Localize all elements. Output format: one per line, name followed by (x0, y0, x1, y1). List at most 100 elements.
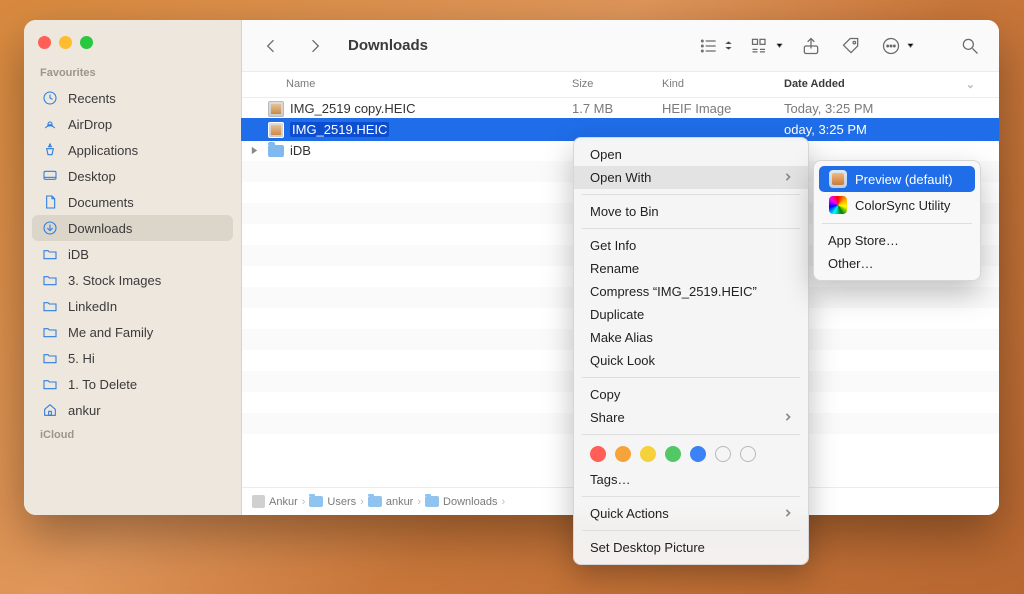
tags-button[interactable] (838, 34, 864, 58)
zoom-window-button[interactable] (80, 36, 93, 49)
sidebar-item-recents[interactable]: Recents (32, 85, 233, 111)
sidebar-item-idb[interactable]: iDB (32, 241, 233, 267)
sidebar-item-documents[interactable]: Documents (32, 189, 233, 215)
file-kind: HEIF Image (662, 101, 784, 116)
group-by-button[interactable] (747, 34, 784, 58)
menu-item-quick-look[interactable]: Quick Look (574, 349, 808, 372)
sidebar: Favourites Recents AirDrop Applications Desk… (24, 20, 242, 515)
chevron-right-icon (784, 410, 792, 425)
search-button[interactable] (957, 34, 983, 58)
share-button[interactable] (798, 34, 824, 58)
menu-item-make-alias[interactable]: Make Alias (574, 326, 808, 349)
toolbar: Downloads (242, 20, 999, 72)
sidebar-item-label: Downloads (68, 221, 132, 236)
tag-color-dot[interactable] (690, 446, 706, 462)
sidebar-item-applications[interactable]: Applications (32, 137, 233, 163)
path-label: Ankur (269, 496, 298, 508)
path-segment[interactable]: Downloads (425, 496, 497, 508)
folder-icon (268, 145, 284, 157)
menu-item-copy[interactable]: Copy (574, 383, 808, 406)
column-header-date[interactable]: Date Added ⌄ (784, 78, 999, 91)
back-button[interactable] (258, 34, 284, 58)
menu-separator (582, 377, 800, 378)
menu-separator (822, 223, 972, 224)
colorsync-app-icon (829, 196, 847, 214)
menu-item-share[interactable]: Share (574, 406, 808, 429)
sidebar-item-label: Recents (68, 91, 116, 106)
menu-item-label: Make Alias (590, 330, 653, 345)
menu-separator (582, 530, 800, 531)
submenu-item-preview-default-[interactable]: Preview (default) (819, 166, 975, 192)
file-row[interactable]: IMG_2519 copy.HEIC1.7 MBHEIF ImageToday,… (242, 98, 999, 119)
column-header-size[interactable]: Size (572, 78, 662, 91)
menu-item-open-with[interactable]: Open With (574, 166, 808, 189)
view-mode-button[interactable] (696, 34, 733, 58)
column-header-kind[interactable]: Kind (662, 78, 784, 91)
menu-item-label: Share (590, 410, 625, 425)
folder-icon (368, 496, 382, 507)
menu-separator (582, 434, 800, 435)
menu-item-quick-actions[interactable]: Quick Actions (574, 502, 808, 525)
submenu-item-app-store-[interactable]: App Store… (814, 229, 980, 252)
sidebar-item-airdrop[interactable]: AirDrop (32, 111, 233, 137)
tag-color-dot[interactable] (590, 446, 606, 462)
file-name: IMG_2519.HEIC (290, 122, 389, 137)
tag-color-empty[interactable] (740, 446, 756, 462)
chevron-right-icon: › (417, 496, 421, 508)
path-label: ankur (386, 496, 414, 508)
path-segment[interactable]: Users (309, 496, 356, 508)
sidebar-item-5-hi[interactable]: 5. Hi (32, 345, 233, 371)
sidebar-item-downloads[interactable]: Downloads (32, 215, 233, 241)
column-header-name[interactable]: Name (242, 78, 572, 91)
menu-item-tags-[interactable]: Tags… (574, 468, 808, 491)
menu-item-label: Set Desktop Picture (590, 540, 705, 555)
tag-color-dot[interactable] (615, 446, 631, 462)
minimize-window-button[interactable] (59, 36, 72, 49)
tag-color-dot[interactable] (640, 446, 656, 462)
close-window-button[interactable] (38, 36, 51, 49)
chevron-right-icon (784, 170, 792, 185)
sidebar-item-label: 1. To Delete (68, 377, 137, 392)
apps-icon (42, 142, 58, 158)
submenu-item-colorsync-utility[interactable]: ColorSync Utility (819, 192, 975, 218)
sidebar-item-1-to-delete[interactable]: 1. To Delete (32, 371, 233, 397)
sidebar-section-label: Favourites (24, 63, 241, 83)
sidebar-item-ankur[interactable]: ankur (32, 397, 233, 423)
sidebar-item-label: Desktop (68, 169, 116, 184)
menu-item-compress-img-2519-heic-[interactable]: Compress “IMG_2519.HEIC” (574, 280, 808, 303)
chevron-down-icon (775, 37, 784, 55)
sidebar-item-label: LinkedIn (68, 299, 117, 314)
menu-item-duplicate[interactable]: Duplicate (574, 303, 808, 326)
path-segment[interactable]: ankur (368, 496, 414, 508)
menu-separator (582, 496, 800, 497)
folder-icon (42, 246, 58, 262)
menu-item-set-desktop-picture[interactable]: Set Desktop Picture (574, 536, 808, 559)
forward-button[interactable] (302, 34, 328, 58)
image-file-icon (268, 122, 284, 138)
sidebar-item-me-and-family[interactable]: Me and Family (32, 319, 233, 345)
folder-icon (42, 350, 58, 366)
menu-item-open[interactable]: Open (574, 143, 808, 166)
disclosure-triangle-icon[interactable] (246, 146, 262, 155)
sidebar-item-label: 5. Hi (68, 351, 95, 366)
menu-item-label: Rename (590, 261, 639, 276)
tag-color-empty[interactable] (715, 446, 731, 462)
menu-item-label: Compress “IMG_2519.HEIC” (590, 284, 757, 299)
menu-item-label: Quick Look (590, 353, 655, 368)
sidebar-item-label: AirDrop (68, 117, 112, 132)
group-icon (747, 34, 773, 58)
menu-item-rename[interactable]: Rename (574, 257, 808, 280)
menu-item-move-to-bin[interactable]: Move to Bin (574, 200, 808, 223)
folder-icon (42, 298, 58, 314)
path-segment[interactable]: Ankur (252, 495, 298, 508)
tag-color-dot[interactable] (665, 446, 681, 462)
sidebar-item-linkedin[interactable]: LinkedIn (32, 293, 233, 319)
sidebar-section-label: iCloud (24, 425, 241, 445)
submenu-item-other-[interactable]: Other… (814, 252, 980, 275)
menu-item-label: Copy (590, 387, 620, 402)
menu-item-get-info[interactable]: Get Info (574, 234, 808, 257)
sidebar-item-3-stock-images[interactable]: 3. Stock Images (32, 267, 233, 293)
more-actions-button[interactable] (878, 34, 915, 58)
sidebar-item-desktop[interactable]: Desktop (32, 163, 233, 189)
menu-item-label: Open With (590, 170, 651, 185)
